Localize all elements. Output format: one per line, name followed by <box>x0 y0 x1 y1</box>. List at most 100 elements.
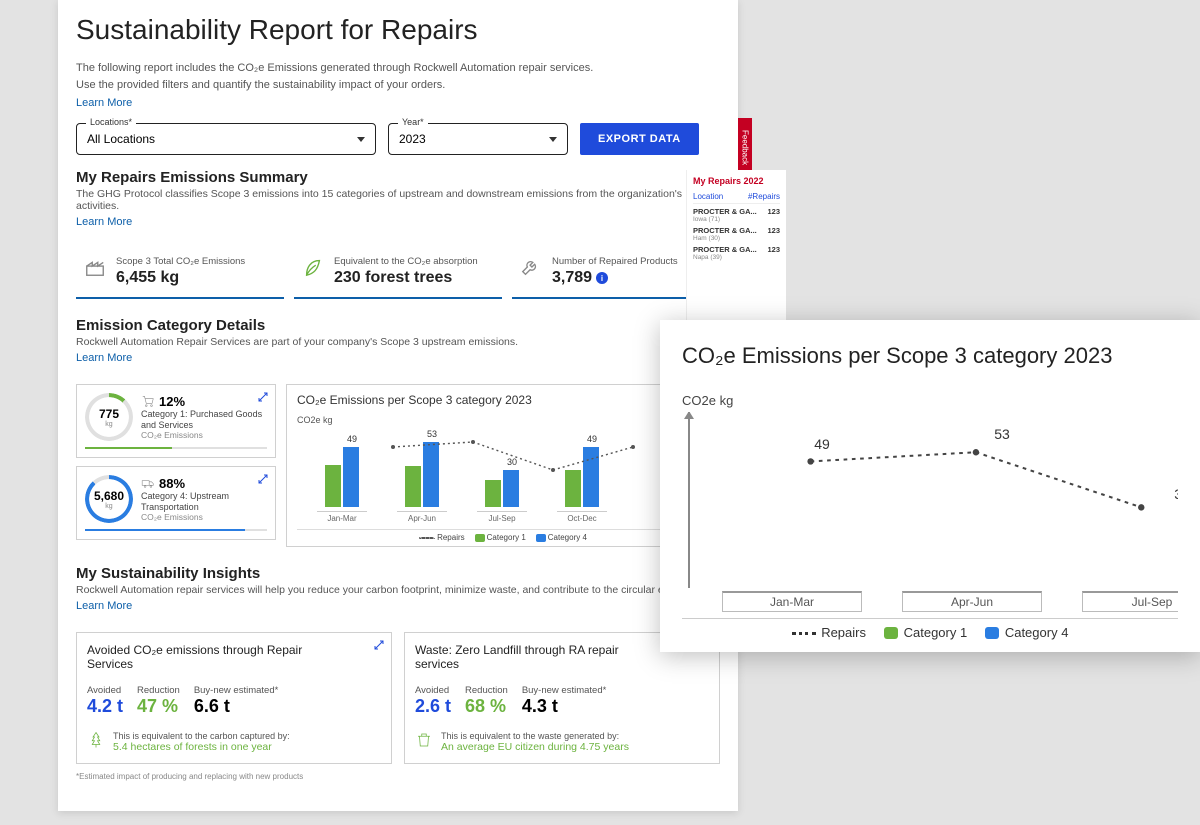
summary-heading: My Repairs Emissions Summary <box>76 169 720 186</box>
equiv-intro: This is equivalent to the carbon capture… <box>113 731 290 741</box>
footnote: *Estimated impact of producing and repla… <box>76 772 720 781</box>
col-repairs: #Repairs <box>748 192 780 201</box>
page-title: Sustainability Report for Repairs <box>76 14 720 46</box>
year-select[interactable]: 2023 <box>388 123 568 155</box>
metric-label: Buy-new estimated* <box>522 685 606 696</box>
expand-icon[interactable] <box>257 391 269 403</box>
learn-more-insights[interactable]: Learn More <box>76 600 132 612</box>
legend-cat1: Category 1 <box>904 625 968 640</box>
expand-icon[interactable] <box>257 473 269 485</box>
side-row[interactable]: PROCTER & GA...123 Ham (30) <box>693 226 780 242</box>
metric-label: Avoided <box>415 685 451 696</box>
donut-unit: kg <box>105 503 112 510</box>
zoom-chart-ylabel: CO2e kg <box>682 393 1178 408</box>
side-row[interactable]: PROCTER & GA...123 Iowa (71) <box>693 207 780 223</box>
learn-more-top[interactable]: Learn More <box>76 97 132 109</box>
data-label: 30 <box>1174 486 1178 502</box>
insights-desc: Rockwell Automation repair services will… <box>76 584 720 596</box>
metric-label: Reduction <box>465 685 508 696</box>
chevron-down-icon <box>357 137 365 142</box>
category4-card: 5,680 kg 88% Category 4: Upstream Transp… <box>76 466 276 540</box>
insights-heading: My Sustainability Insights <box>76 565 720 582</box>
donut-value: 775 <box>99 407 119 421</box>
avoided-value: 2.6 t <box>415 696 451 717</box>
wrench-icon <box>520 256 542 278</box>
legend-repairs: Repairs <box>821 625 866 640</box>
data-label: 30 <box>507 457 517 467</box>
data-label: 53 <box>427 429 437 439</box>
side-row[interactable]: PROCTER & GA...123 Napa (39) <box>693 245 780 261</box>
category1-name: Category 1: Purchased Goods and Services <box>141 409 267 431</box>
equiv-value: 5.4 hectares of forests in one year <box>113 741 290 753</box>
x-label: Oct-Dec <box>557 511 607 523</box>
feedback-tab[interactable]: Feedback <box>738 118 752 178</box>
kpi-value: 230 forest trees <box>334 269 478 287</box>
year-select-value: 2023 <box>399 132 426 146</box>
details-grid: 775 kg 12% Category 1: Purchased Goods a… <box>76 384 720 547</box>
info-icon[interactable]: i <box>596 272 608 284</box>
x-label: Jan-Mar <box>722 591 862 612</box>
learn-more-summary[interactable]: Learn More <box>76 216 132 228</box>
cart-icon <box>141 394 155 408</box>
insight-waste-card: Waste: Zero Landfill through RA repair s… <box>404 632 720 764</box>
category1-card: 775 kg 12% Category 1: Purchased Goods a… <box>76 384 276 458</box>
side-panel-title: My Repairs 2022 <box>693 176 780 186</box>
donut-value: 5,680 <box>94 489 124 503</box>
kpi-label: Number of Repaired Products <box>552 256 678 267</box>
zoom-chart-title: CO₂e Emissions per Scope 3 category 2023 <box>682 342 1178 371</box>
x-label: Apr-Jun <box>397 511 447 523</box>
equiv-value: An average EU citizen during 4.75 years <box>441 741 629 753</box>
emissions-chart-zoom: CO₂e Emissions per Scope 3 category 2023… <box>660 320 1200 652</box>
zoom-chart: 49 53 30 Jan-Mar Apr-Jun Jul-Sep <box>682 412 1178 612</box>
kpi-value: 3,789 i <box>552 269 678 287</box>
factory-icon <box>84 256 106 278</box>
kpi-label: Scope 3 Total CO₂e Emissions <box>116 256 245 267</box>
location-select-label: Locations* <box>86 117 136 127</box>
legend-cat1: Category 1 <box>487 533 526 542</box>
data-label: 49 <box>587 434 597 444</box>
category4-donut: 5,680 kg <box>85 475 133 523</box>
x-label: Jul-Sep <box>477 511 527 523</box>
reduction-value: 68 % <box>465 696 508 717</box>
donut-unit: kg <box>105 421 112 428</box>
reduction-value: 47 % <box>137 696 180 717</box>
location-select[interactable]: All Locations <box>76 123 376 155</box>
report-panel: Sustainability Report for Repairs The fo… <box>58 0 738 811</box>
category4-name: Category 4: Upstream Transportation <box>141 491 267 513</box>
buynew-value: 4.3 t <box>522 696 606 717</box>
trash-icon <box>415 731 433 749</box>
category-cards-col: 775 kg 12% Category 1: Purchased Goods a… <box>76 384 276 547</box>
y-axis <box>688 412 690 588</box>
chevron-down-icon <box>549 137 557 142</box>
legend-repairs: Repairs <box>437 533 465 542</box>
data-label: 53 <box>994 426 1010 442</box>
my-repairs-side-panel: My Repairs 2022 Location #Repairs PROCTE… <box>686 170 786 320</box>
insight-title: Waste: Zero Landfill through RA repair s… <box>415 643 650 671</box>
metric-label: Reduction <box>137 685 180 696</box>
intro-line-1: The following report includes the CO₂e E… <box>76 60 720 77</box>
mini-chart: 49 53 30 49 Jan-Mar Apr-Jun Jul-Sep Oct-… <box>297 427 709 527</box>
metric-label: Avoided <box>87 685 123 696</box>
export-button[interactable]: EXPORT DATA <box>580 123 699 155</box>
kpi-value-text: 3,789 <box>552 269 592 287</box>
kpi-total-emissions: Scope 3 Total CO₂e Emissions 6,455 kg <box>76 248 284 299</box>
metric-label: Buy-new estimated* <box>194 685 278 696</box>
location-select-value: All Locations <box>87 132 155 146</box>
x-label: Jan-Mar <box>317 511 367 523</box>
intro-line-2: Use the provided filters and quantify th… <box>76 77 720 94</box>
emissions-chart-card: CO₂e Emissions per Scope 3 category 2023… <box>286 384 720 547</box>
expand-icon[interactable] <box>373 639 385 651</box>
kpi-label: Equivalent to the CO₂e absorption <box>334 256 478 267</box>
details-desc: Rockwell Automation Repair Services are … <box>76 336 720 348</box>
mini-chart-legend: Repairs Category 1 Category 4 <box>297 529 709 542</box>
details-heading: Emission Category Details <box>76 317 720 334</box>
col-location: Location <box>693 192 723 201</box>
avoided-value: 4.2 t <box>87 696 123 717</box>
forest-icon <box>87 731 105 749</box>
legend-cat4: Category 4 <box>548 533 587 542</box>
year-select-label: Year* <box>398 117 428 127</box>
x-label: Apr-Jun <box>902 591 1042 612</box>
kpi-forest-equivalent: Equivalent to the CO₂e absorption 230 fo… <box>294 248 502 299</box>
learn-more-details[interactable]: Learn More <box>76 352 132 364</box>
filter-row: Locations* All Locations Year* 2023 EXPO… <box>76 123 720 155</box>
